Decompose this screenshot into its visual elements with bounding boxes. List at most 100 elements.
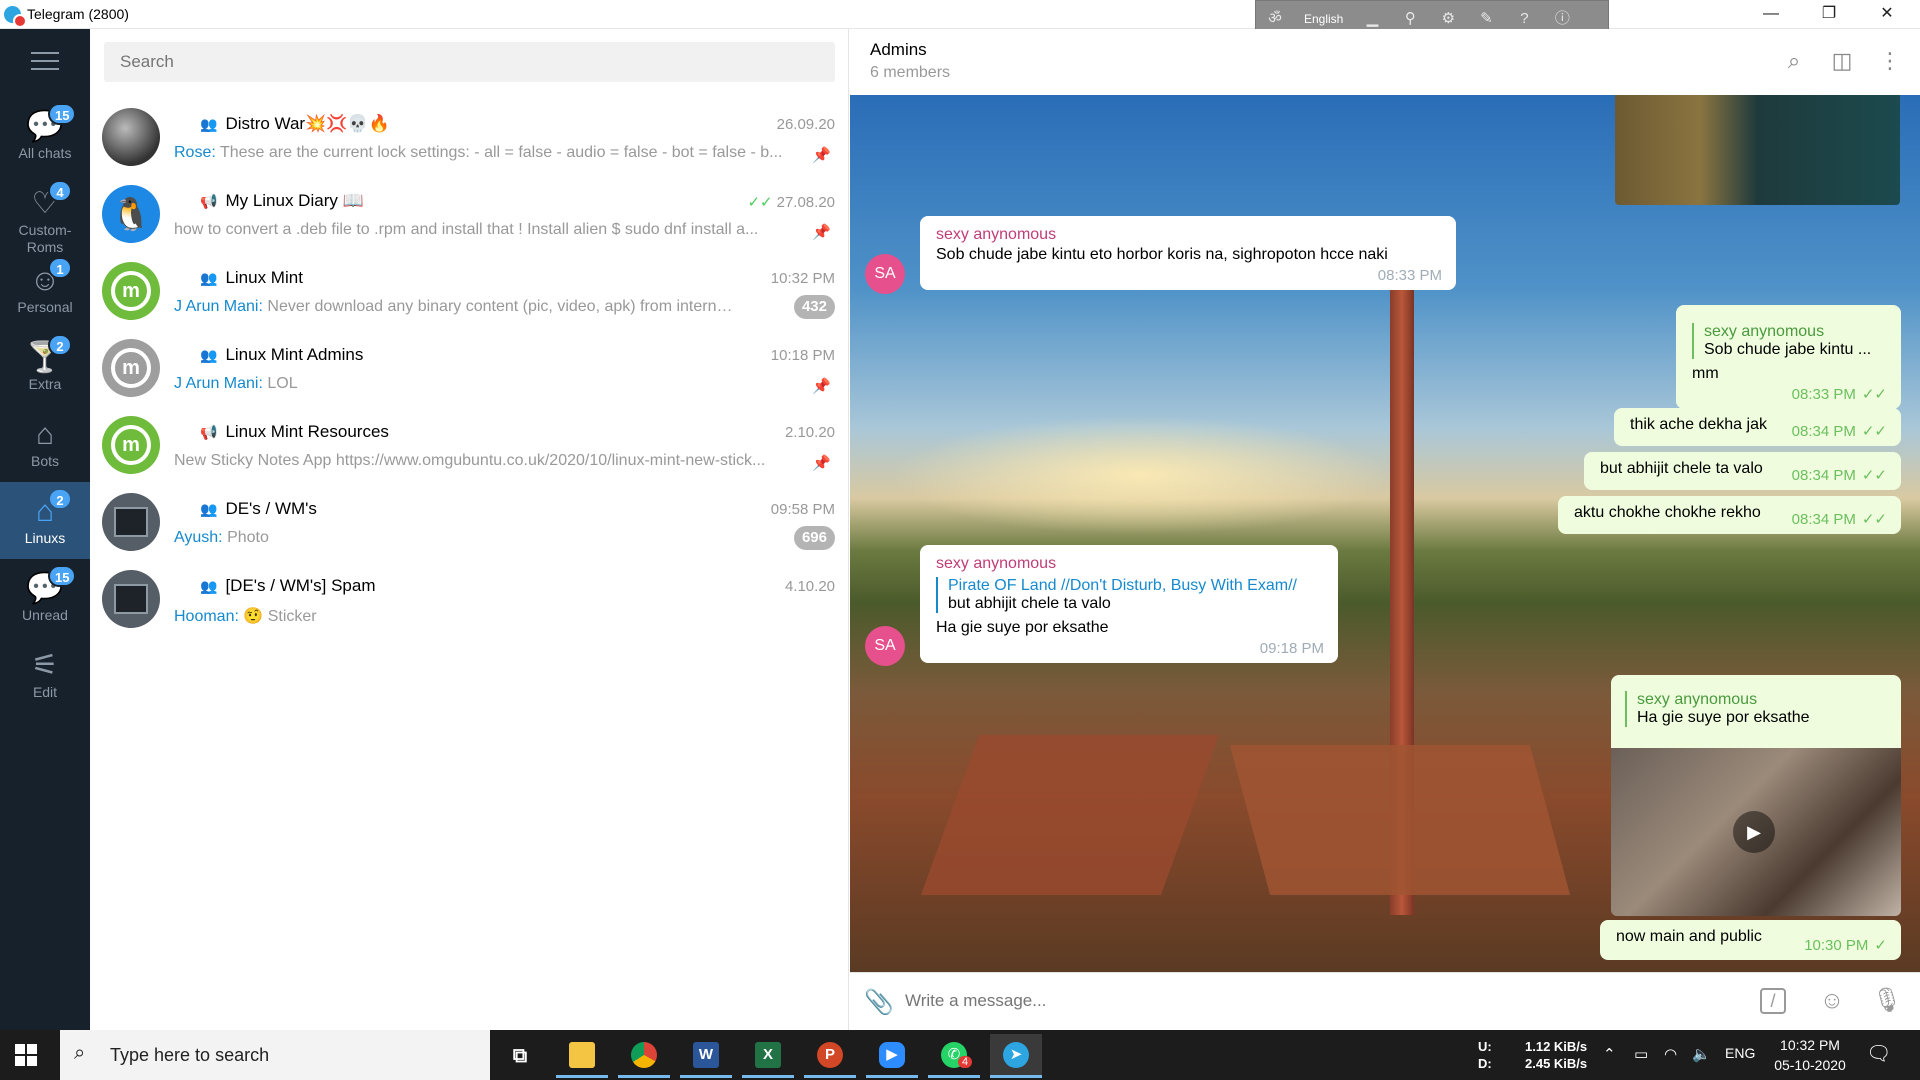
word-icon[interactable]: W [680,1034,732,1078]
desktop-screen-icon [102,493,160,551]
ime-tool-icon[interactable]: ⚲ [1399,10,1421,28]
reply-quote[interactable]: sexy anynomous Ha gie suye por eksathe [1625,691,1887,727]
folder-badge: 1 [48,257,72,279]
chat-time: 10:32 PM [770,270,835,287]
reply-text: but abhijit chele ta valo [948,595,1111,612]
chat-name: 👥 Distro War💥💢💀🔥 [200,114,390,133]
image-message[interactable] [1615,95,1900,205]
reply-quote[interactable]: sexy anynomous Sob chude jabe kintu ... [1692,323,1885,359]
message-text: mm [1692,365,1719,382]
message-sender[interactable]: sexy anynomous [936,226,1440,244]
ime-logo-icon[interactable]: ॐ [1264,10,1286,28]
hamburger-menu-icon[interactable] [31,52,59,72]
ime-pen-icon[interactable]: ✎ [1475,10,1497,28]
folder-bots[interactable]: ⌂ Bots [0,405,90,482]
chat-row[interactable]: 🐧 📢 My Linux Diary 📖 ✓✓ 27.08.20 how to co… [90,173,849,250]
whatsapp-badge: 4 [958,1056,973,1068]
message-sender[interactable]: sexy anynomous [936,555,1322,573]
file-explorer-icon[interactable] [556,1034,608,1078]
folder-personal[interactable]: ☺ 1 Personal [0,251,90,328]
whatsapp-icon[interactable]: ✆ 4 [928,1034,980,1078]
message-outgoing[interactable]: now main and public 10:30 PM ✓ [1600,920,1901,960]
message-outgoing[interactable]: aktu chokhe chokhe rekho 08:34 PM ✓✓ [1558,496,1901,534]
chevron-up-icon[interactable]: ⌃ [1603,1045,1616,1063]
volume-icon[interactable]: 🔈 [1692,1045,1711,1063]
chat-title[interactable]: Admins [870,40,927,60]
windows-start-icon[interactable] [15,1044,37,1066]
reply-name: Pirate OF Land //Don't Disturb, Busy Wit… [948,577,1297,594]
powerpoint-icon[interactable]: P [804,1034,856,1078]
play-icon[interactable]: ▶ [1733,811,1775,853]
ime-info-icon[interactable]: ⓘ [1551,10,1573,28]
excel-icon[interactable]: X [742,1034,794,1078]
maximize-button[interactable]: ❐ [1800,0,1858,29]
close-button[interactable]: ✕ [1858,0,1916,29]
message-input[interactable] [905,987,1705,1015]
wifi-icon[interactable]: ◠ [1664,1045,1677,1063]
search-icon[interactable]: ⌕ [1781,48,1807,74]
minimize-button[interactable]: — [1742,0,1800,29]
notifications-icon[interactable]: 🗨 [1866,1041,1891,1066]
chat-row[interactable]: 👥 [DE's / WM's] Spam 4.10.20 Hooman: 🤨 St… [90,558,849,635]
message-outgoing[interactable]: sexy anynomous Ha gie suye por eksathe [1611,675,1901,749]
chat-row[interactable]: 👥 Distro War💥💢💀🔥 26.09.20 Rose: These are… [90,96,849,173]
emoji-icon[interactable]: ☺ [1817,986,1847,1016]
net-up-label: U: [1478,1039,1492,1054]
ime-language[interactable]: English [1304,12,1343,26]
folder-extra[interactable]: 🍸 2 Extra [0,328,90,405]
folder-badge: 2 [48,334,72,356]
bot-commands-icon[interactable]: / [1760,988,1786,1014]
ime-settings-icon[interactable]: ⚙ [1437,10,1459,28]
group-icon: 👥 [200,116,218,132]
reply-text: Sob chude jabe kintu ... [1704,341,1872,358]
chat-row[interactable]: 👥 DE's / WM's 09:58 PM Ayush: Photo 696 [90,481,849,558]
search-input[interactable] [104,42,835,82]
ime-help-icon[interactable]: ? [1513,10,1535,28]
folder-custom-roms[interactable]: ♡ 4 Custom- Roms [0,174,90,255]
chat-row[interactable]: m 👥 Linux Mint 10:32 PM J Arun Mani: Neve… [90,250,849,327]
ime-keyboard-icon[interactable]: ▁ [1361,10,1383,28]
unread-badge: 696 [793,526,835,550]
chat-preview: Rose: These are the current lock setting… [174,144,783,161]
chat-name: 👥 [DE's / WM's] Spam [200,576,376,595]
more-options-icon[interactable]: ⋮ [1877,48,1903,74]
search-icon: ⌕ [74,1042,86,1064]
chrome-icon[interactable] [618,1034,670,1078]
linux-mint-logo-icon: m [102,416,160,474]
avatar[interactable]: SA [865,626,905,666]
message-outgoing[interactable]: sexy anynomous Sob chude jabe kintu ... … [1676,305,1901,409]
folder-badge: 2 [48,488,72,510]
zoom-icon[interactable]: ▶ [866,1034,918,1078]
telegram-icon[interactable]: ➤ [990,1034,1042,1078]
message-outgoing[interactable]: thik ache dekha jak 08:34 PM ✓✓ [1614,408,1901,446]
taskbar-search-text[interactable]: Type here to search [110,1045,269,1066]
chat-preview: Ayush: Photo [174,529,269,546]
avatar: 🐧 [102,185,160,243]
microphone-icon[interactable]: 🎙 [1872,986,1902,1016]
folder-edit[interactable]: ⚟ Edit [0,636,90,713]
battery-icon[interactable]: ▭ [1634,1045,1648,1063]
folder-unread[interactable]: 💬 15 Unread [0,559,90,636]
attach-paperclip-icon[interactable]: 📎 [864,988,894,1017]
avatar[interactable]: SA [865,254,905,294]
chat-preview: Hooman: 🤨 Sticker [174,608,317,625]
message-text: aktu chokhe chokhe rekho [1574,504,1761,521]
chat-time: 10:18 PM [770,347,835,364]
message-outgoing[interactable]: but abhijit chele ta valo 08:34 PM ✓✓ [1584,452,1901,490]
taskbar-clock[interactable]: 10:32 PM 05-10-2020 [1770,1035,1850,1075]
message-time: 09:18 PM [1259,640,1324,657]
chat-name: 👥 Linux Mint [200,268,303,287]
reply-quote[interactable]: Pirate OF Land //Don't Disturb, Busy Wit… [936,577,1322,613]
linux-mint-logo-icon: m [102,339,160,397]
message-incoming[interactable]: sexy anynomous Pirate OF Land //Don't Di… [920,545,1338,663]
task-view-icon[interactable]: ⧉ [494,1034,546,1078]
folder-all-chats[interactable]: 💬 15 All chats [0,97,90,174]
chat-name: 📢 My Linux Diary 📖 [200,191,364,210]
telegram-logo-icon [4,6,27,28]
chat-row[interactable]: m 👥 Linux Mint Admins 10:18 PM J Arun Man… [90,327,849,404]
sidebar-toggle-icon[interactable]: ◫ [1829,48,1855,74]
chat-row[interactable]: m 📢 Linux Mint Resources 2.10.20 New Stic… [90,404,849,481]
message-incoming[interactable]: sexy anynomous Sob chude jabe kintu eto … [920,216,1456,290]
input-language[interactable]: ENG [1725,1045,1755,1061]
folder-linuxs[interactable]: ⌂ 2 Linuxs [0,482,90,559]
